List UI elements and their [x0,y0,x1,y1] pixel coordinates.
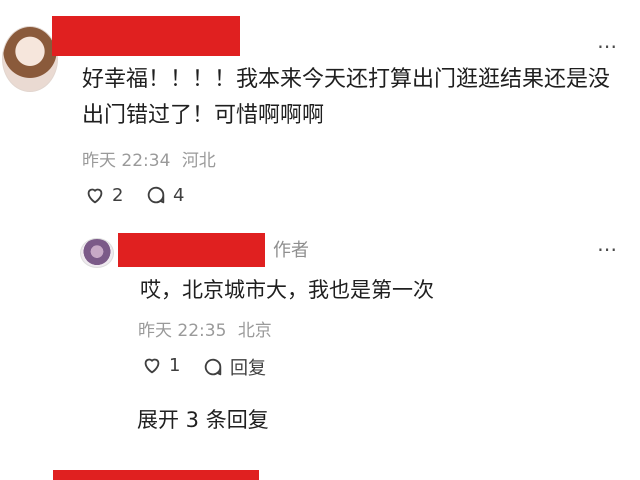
more-icon[interactable]: ⋯ [597,36,618,56]
redacted-reply-username [118,233,265,267]
reply-button-label: 回复 [230,358,266,379]
comment-meta: 昨天 22:34 河北 [82,146,216,171]
comment-text: 好幸福！！！！我本来今天还打算出门逛逛结果还是没 出门错过了！可惜啊啊啊 [82,62,622,134]
author-badge: 作者 [273,240,309,261]
expand-replies-link[interactable]: 展开 3 条回复 [137,404,269,434]
reply-like-button[interactable]: 1 [141,354,180,376]
reply-meta: 昨天 22:35 北京 [138,316,272,341]
reply-count: 4 [173,184,185,206]
reply-like-count: 1 [169,354,181,376]
reply-text: 哎，北京城市大，我也是第一次 [140,278,434,302]
reply-button[interactable]: 回复 [202,354,266,380]
reply-more-icon[interactable]: ⋯ [597,239,618,259]
comment-location: 河北 [181,151,216,171]
like-count: 2 [112,184,124,206]
avatar[interactable] [2,26,58,92]
reply-time: 昨天 22:35 [138,321,227,341]
heart-outline-icon [87,188,103,204]
comment-time: 昨天 22:34 [82,151,171,171]
reply-bubble-icon [204,358,222,376]
like-button[interactable]: 2 [84,184,123,206]
comment-text-line-2: 出门错过了！可惜啊啊啊 [82,103,325,128]
comment-text-line-1: 好幸福！！！！我本来今天还打算出门逛逛结果还是没 [82,67,611,92]
heart-outline-icon [144,358,160,374]
comment-bubble-icon [147,186,165,204]
comment-count-button[interactable]: 4 [145,184,184,206]
redacted-next-username [53,470,259,480]
reply-avatar[interactable] [80,238,114,268]
reply-location: 北京 [237,321,272,341]
redacted-username [52,16,240,56]
